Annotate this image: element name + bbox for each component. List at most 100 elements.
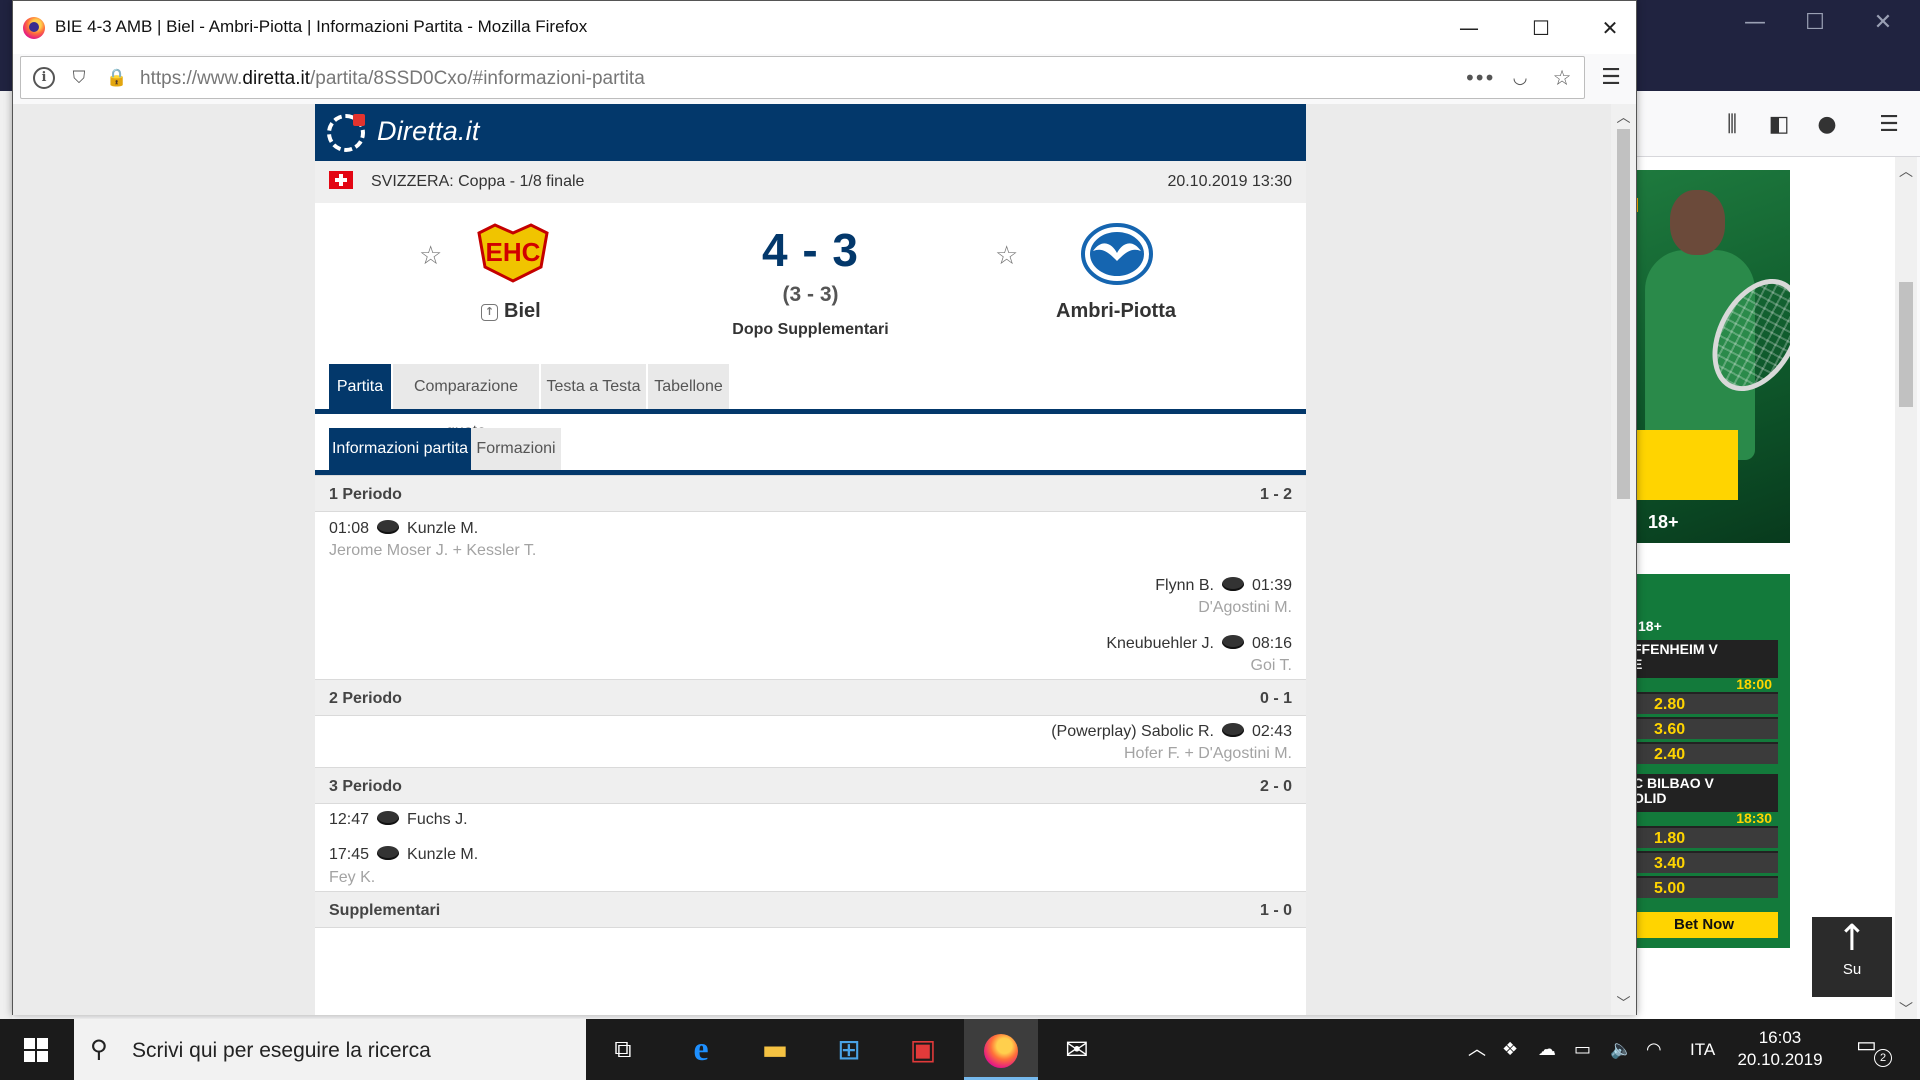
mail-icon[interactable]: ✉	[1040, 1019, 1114, 1080]
page-actions-icon[interactable]: •••	[1464, 66, 1495, 90]
maximize-icon[interactable]: ☐	[1513, 9, 1569, 47]
hamburger-menu-icon[interactable]: ☰	[1596, 63, 1626, 93]
betting-ad[interactable]: 18+ FFENHEIM V E 18:00 2.80 3.60 2.40 C …	[1630, 574, 1790, 948]
match-datetime: 20.10.2019 13:30	[1167, 173, 1292, 190]
menu-icon[interactable]: ☰	[1875, 111, 1903, 139]
background-scrollbar[interactable]: ︿ ﹀	[1895, 157, 1917, 1019]
ambri-piotta-logo[interactable]	[1081, 223, 1153, 285]
background-left-edge	[0, 91, 12, 1019]
store-icon[interactable]: ⊞	[812, 1019, 886, 1080]
shield-icon[interactable]: ⛉	[67, 66, 91, 90]
library-icon[interactable]: ⫼	[1718, 111, 1746, 139]
onedrive-icon[interactable]: ☁	[1538, 1019, 1556, 1080]
scroll-up-arrow-icon[interactable]: ︿	[1895, 161, 1917, 181]
bet-odd[interactable]: 3.60	[1630, 717, 1778, 739]
bet-match[interactable]: C BILBAO V OLID 18:30	[1630, 774, 1778, 826]
period-result: 1 - 2	[1259, 486, 1292, 503]
scroll-down-arrow-icon[interactable]: ﹀	[1895, 999, 1917, 1019]
tab-partita[interactable]: Partita	[329, 364, 393, 409]
minimize-icon[interactable]: —	[1441, 9, 1497, 47]
lock-icon[interactable]: 🔒	[105, 66, 129, 90]
bg-maximize-icon[interactable]: ☐	[1790, 8, 1840, 38]
bet-odd[interactable]: 2.80	[1630, 692, 1778, 714]
period-header: 3 Periodo 2 - 0	[315, 767, 1306, 804]
bet-odd[interactable]: 1.80	[1630, 826, 1778, 848]
popup-window: BIE 4-3 AMB | Biel - Ambri-Piotta | Info…	[12, 0, 1637, 1015]
bet-odd[interactable]: 3.40	[1630, 851, 1778, 873]
period-name: 1 Periodo	[329, 486, 402, 503]
file-explorer-icon[interactable]: ▬	[738, 1019, 812, 1080]
goal-event: Flynn B. 01:39	[1155, 577, 1292, 594]
volume-icon[interactable]: 🔈	[1610, 1019, 1632, 1080]
period-name: 3 Periodo	[329, 778, 402, 795]
scrollbar-thumb[interactable]	[1899, 282, 1913, 407]
away-team-name[interactable]: Ambri-Piotta	[1056, 300, 1176, 323]
ad-age-label: 18+	[1638, 618, 1662, 634]
bet-match-teams: FFENHEIM V E	[1633, 641, 1718, 672]
puck-icon	[377, 520, 400, 534]
bet-odd[interactable]: 5.00	[1630, 876, 1778, 898]
period-name: 2 Periodo	[329, 690, 402, 707]
bookmark-star-icon[interactable]: ☆	[1550, 66, 1574, 90]
tabs-divider	[315, 409, 1306, 414]
start-button[interactable]	[0, 1019, 70, 1080]
page-viewport: Diretta.it SVIZZERA: Coppa - 1/8 finale …	[13, 104, 1613, 1015]
firefox-taskbar-icon[interactable]	[964, 1019, 1038, 1080]
tab-testa-a-testa[interactable]: Testa a Testa	[541, 364, 648, 409]
popup-titlebar: BIE 4-3 AMB | Biel - Ambri-Piotta | Info…	[13, 1, 1636, 54]
pocket-icon[interactable]: ◡	[1508, 66, 1532, 90]
edge-icon[interactable]: e	[664, 1019, 738, 1080]
tab-informazioni-partita[interactable]: Informazioni partita	[329, 428, 471, 470]
puck-icon	[1221, 635, 1244, 649]
window-title: BIE 4-3 AMB | Biel - Ambri-Piotta | Info…	[55, 17, 588, 36]
tab-comparazione-quote[interactable]: Comparazione quote	[393, 364, 541, 440]
battery-icon[interactable]: ▭	[1574, 1019, 1591, 1080]
scroll-down-arrow-icon[interactable]: ﹀	[1611, 993, 1636, 1013]
bet-match-time: 18:30	[1736, 810, 1772, 826]
account-icon[interactable]: ●	[1813, 111, 1841, 139]
task-view-icon[interactable]: ⧉	[586, 1019, 660, 1080]
dropbox-icon[interactable]: ❖	[1502, 1019, 1518, 1080]
language-indicator[interactable]: ITA	[1690, 1019, 1715, 1080]
goal-assist: Goi T.	[1250, 657, 1293, 674]
tab-tabellone[interactable]: Tabellone	[648, 364, 731, 409]
scrollbar-thumb[interactable]	[1617, 129, 1630, 499]
sidebar-icon[interactable]: ◧	[1765, 111, 1793, 139]
tab-formazioni[interactable]: Formazioni	[471, 428, 561, 470]
show-hidden-icons-icon[interactable]: ︿	[1468, 1019, 1486, 1080]
scroll-up-arrow-icon[interactable]: ︿	[1611, 107, 1636, 127]
close-icon[interactable]: ✕	[1582, 9, 1638, 47]
arrow-up-icon: ↑	[1836, 918, 1868, 959]
bet-match[interactable]: FFENHEIM V E 18:00	[1630, 640, 1778, 692]
action-center-icon[interactable]: ▭ 2	[1856, 1033, 1892, 1067]
wifi-icon[interactable]: ◠	[1646, 1019, 1662, 1080]
system-clock[interactable]: 16:03 20.10.2019	[1720, 1027, 1840, 1071]
windows-logo-icon	[24, 1038, 35, 1049]
site-header: Diretta.it	[315, 104, 1306, 161]
tennis-ad[interactable]: 18+	[1630, 170, 1790, 543]
bg-minimize-icon[interactable]: —	[1730, 8, 1780, 38]
bet-odd[interactable]: 2.40	[1630, 742, 1778, 764]
puck-icon	[377, 811, 400, 825]
period-header: Supplementari 1 - 0	[315, 891, 1306, 928]
puck-icon	[377, 846, 400, 860]
url-text[interactable]: https://www.diretta.it/partita/8SSD0Cxo/…	[140, 68, 645, 90]
taskbar-search[interactable]: ⚲ Scrivi qui per eseguire la ricerca	[74, 1019, 586, 1080]
bet-match-time: 18:00	[1736, 676, 1772, 692]
scroll-to-top-button[interactable]: ↑ Su	[1812, 917, 1892, 997]
match-status: Dopo Supplementari	[732, 321, 889, 338]
info-icon[interactable]: i	[33, 67, 55, 89]
period-header: 2 Periodo 0 - 1	[315, 679, 1306, 716]
goal-assist: D'Agostini M.	[1198, 599, 1292, 616]
popup-scrollbar[interactable]: ︿ ﹀	[1611, 104, 1636, 1015]
favorite-away-star-icon[interactable]: ☆	[995, 241, 1018, 271]
address-bar[interactable]: i ⛉ 🔒 https://www.diretta.it/partita/8SS…	[20, 56, 1585, 99]
switzerland-flag-icon	[329, 171, 353, 189]
bet-now-button[interactable]: Bet Now	[1630, 912, 1778, 938]
competition-name[interactable]: SVIZZERA: Coppa - 1/8 finale	[371, 173, 584, 191]
diretta-logo-icon[interactable]	[327, 114, 365, 152]
bg-close-icon[interactable]: ✕	[1858, 8, 1908, 38]
gift-app-icon[interactable]: ▣	[886, 1019, 960, 1080]
site-logo[interactable]: Diretta.it	[377, 116, 480, 147]
match-score: 4 - 3	[761, 224, 860, 276]
